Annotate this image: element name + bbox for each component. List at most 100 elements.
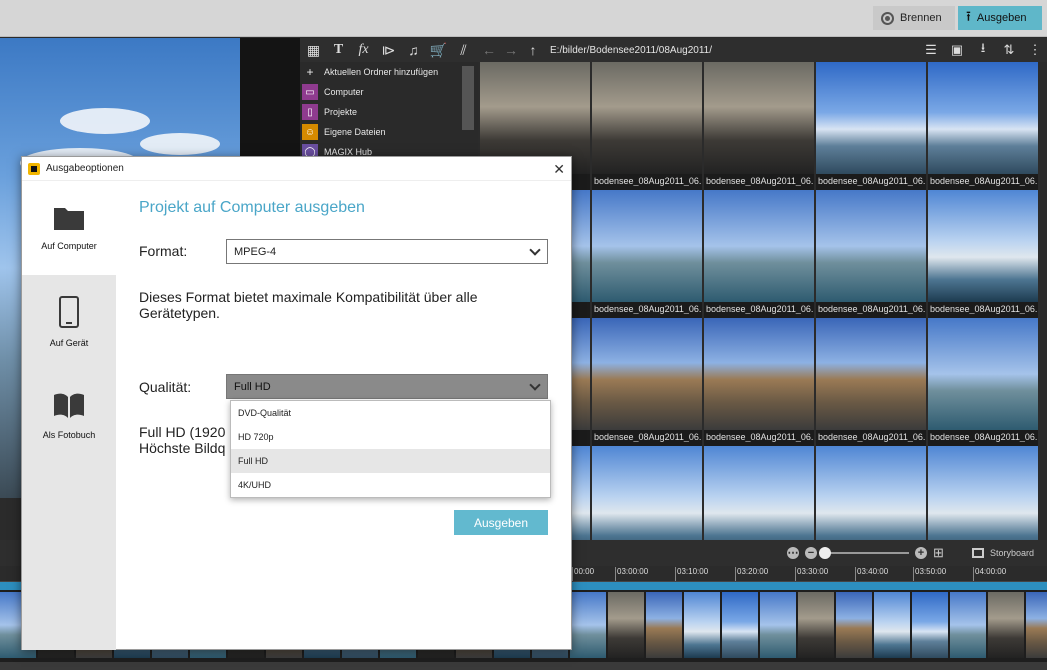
burn-label: Brennen xyxy=(900,12,942,24)
disc-icon xyxy=(881,11,894,25)
quality-description-line2: Höchste Bildq xyxy=(139,440,226,456)
phone-icon xyxy=(59,296,79,328)
output-options-dialog: Ausgabeoptionen ✕ Auf Computer Auf Gerät… xyxy=(21,156,572,650)
user-icon: ☺ xyxy=(302,124,318,140)
up-arrow-icon[interactable]: ↑ xyxy=(522,42,544,58)
dialog-title: Ausgabeoptionen xyxy=(46,163,124,174)
timeline-clip[interactable] xyxy=(608,592,644,658)
output-button[interactable]: Ausgeben xyxy=(454,510,548,535)
document-icon: ▯ xyxy=(302,104,318,120)
media-pool-navigation: + Aktuellen Ordner hinzufügen ▭ Computer… xyxy=(300,62,478,160)
media-thumbnail[interactable]: bodensee_08Aug2011_06... xyxy=(592,62,702,190)
chevron-down-icon xyxy=(529,379,541,391)
zoom-fit-icon[interactable]: ⋯ xyxy=(787,547,799,559)
nav-projects[interactable]: ▯ Projekte xyxy=(300,102,478,122)
media-thumbnail[interactable]: bodensee_08Aug2011_06... xyxy=(704,318,814,446)
media-thumbnail[interactable]: bodensee_08Aug2011_06... xyxy=(704,190,814,318)
image-view-icon[interactable]: ▣ xyxy=(949,42,965,58)
path-text: E:/bilder/Bodensee2011/08Aug2011/ xyxy=(550,44,712,56)
storyboard-label: Storyboard xyxy=(990,548,1035,558)
media-thumbnail[interactable]: bodensee_08Aug2011_06... xyxy=(928,190,1038,318)
back-arrow-icon[interactable]: ← xyxy=(478,42,500,58)
media-thumbnail[interactable]: bodensee_08Aug2011_06... xyxy=(592,190,702,318)
effects-icon[interactable]: fx xyxy=(354,41,373,60)
media-pool-toolbar: ▦ T fx ⧐ ♫ 🛒 ⫽ xyxy=(300,38,478,62)
close-icon[interactable]: ✕ xyxy=(553,161,565,178)
timeline-clip[interactable] xyxy=(760,592,796,658)
ruler-tick: 04:00:00 xyxy=(973,567,1006,581)
book-icon xyxy=(54,393,84,418)
ruler-tick: 03:30:00 xyxy=(795,567,828,581)
media-thumbnail[interactable]: bodensee_08Aug2011_06... xyxy=(816,318,926,446)
sidebar-item-computer[interactable]: Auf Computer xyxy=(22,181,116,275)
media-pool-scrollbar[interactable] xyxy=(462,66,474,130)
timeline-clip[interactable] xyxy=(684,592,720,658)
sidebar-item-photobook[interactable]: Als Fotobuch xyxy=(22,369,116,463)
zoom-slider-handle[interactable] xyxy=(819,547,831,559)
format-select[interactable]: MPEG-4 xyxy=(226,239,548,264)
quality-select[interactable]: Full HD xyxy=(226,374,548,399)
timeline-clip[interactable] xyxy=(646,592,682,658)
media-thumbnail[interactable]: bodensee_08Aug2011_06... xyxy=(816,62,926,190)
quality-option[interactable]: DVD-Qualität xyxy=(231,401,550,425)
computer-icon: ▭ xyxy=(302,84,318,100)
zoom-controls: ⋯ − + ⊞ xyxy=(787,540,944,566)
transition-icon[interactable]: ⧐ xyxy=(379,41,398,60)
media-thumbnail[interactable]: bodensee_08Aug2011_06... xyxy=(928,318,1038,446)
quality-description-line1: Full HD (1920 xyxy=(139,424,226,440)
download-icon[interactable]: ⭳ xyxy=(975,39,991,61)
cart-icon[interactable]: 🛒 xyxy=(429,41,448,60)
ruler-tick: 03:20:00 xyxy=(735,567,768,581)
sort-icon[interactable]: ⇅ xyxy=(1001,42,1017,58)
nav-label: Projekte xyxy=(324,107,358,117)
sidebar-label: Als Fotobuch xyxy=(42,430,96,440)
storyboard-toggle[interactable]: Storyboard xyxy=(972,540,1034,566)
timeline-clip[interactable] xyxy=(988,592,1024,658)
media-thumbnail[interactable]: bodensee_08Aug2011_06... xyxy=(816,190,926,318)
sidebar-label: Auf Gerät xyxy=(49,338,89,348)
timeline-clip[interactable] xyxy=(950,592,986,658)
music-icon[interactable]: ♫ xyxy=(404,41,423,60)
zoom-out-icon[interactable]: − xyxy=(805,547,817,559)
forward-arrow-icon[interactable]: → xyxy=(500,42,522,58)
dialog-title-bar: Ausgabeoptionen ✕ xyxy=(22,157,571,181)
quality-option-selected[interactable]: Full HD xyxy=(231,449,550,473)
fit-timeline-icon[interactable]: ⊞ xyxy=(933,545,944,561)
media-thumbnail[interactable]: bodensee_08Aug2011_06... xyxy=(704,62,814,190)
list-view-icon[interactable]: ☰ xyxy=(923,42,939,58)
timeline-clip[interactable] xyxy=(874,592,910,658)
upload-icon: ⭱ xyxy=(966,8,971,24)
quality-dropdown-list: DVD-Qualität HD 720p Full HD 4K/UHD xyxy=(230,400,551,498)
nav-label: Aktuellen Ordner hinzufügen xyxy=(324,67,439,77)
timeline-clip[interactable] xyxy=(722,592,758,658)
folder-icon xyxy=(54,208,84,230)
ruler-tick: 03:10:00 xyxy=(675,567,708,581)
text-icon[interactable]: T xyxy=(329,41,348,60)
export-label: Ausgeben xyxy=(976,12,1027,24)
timeline-clip[interactable] xyxy=(1026,592,1047,658)
timeline-clip[interactable] xyxy=(912,592,948,658)
timeline-clip[interactable] xyxy=(836,592,872,658)
more-menu-icon[interactable]: ⋮ xyxy=(1027,42,1043,58)
quality-option[interactable]: 4K/UHD xyxy=(231,473,550,497)
tools-icon[interactable]: ⫽ xyxy=(454,41,473,60)
zoom-in-icon[interactable]: + xyxy=(915,547,927,559)
timeline-clip[interactable] xyxy=(798,592,834,658)
export-button[interactable]: ⭱ Ausgeben xyxy=(958,6,1042,30)
bottom-scrollbar[interactable] xyxy=(0,662,1047,670)
nav-my-files[interactable]: ☺ Eigene Dateien xyxy=(300,122,478,142)
chevron-down-icon xyxy=(529,244,541,256)
timeline-clip[interactable] xyxy=(570,592,606,658)
sidebar-item-device[interactable]: Auf Gerät xyxy=(22,275,116,369)
quality-option[interactable]: HD 720p xyxy=(231,425,550,449)
app-logo-icon xyxy=(28,162,40,175)
nav-computer[interactable]: ▭ Computer xyxy=(300,82,478,102)
burn-button[interactable]: Brennen xyxy=(873,6,955,30)
app-window: Brennen ⭱ Ausgeben ▦ T fx ⧐ ♫ 🛒 ⫽ + Aktu… xyxy=(0,0,1047,670)
media-thumbnail[interactable]: bodensee_08Aug2011_06... xyxy=(592,318,702,446)
grid-icon[interactable]: ▦ xyxy=(304,41,323,60)
zoom-slider[interactable] xyxy=(819,547,909,559)
media-thumbnail[interactable]: bodensee_08Aug2011_06... xyxy=(928,62,1038,190)
nav-add-folder[interactable]: + Aktuellen Ordner hinzufügen xyxy=(300,62,478,82)
plus-icon: + xyxy=(306,65,314,79)
